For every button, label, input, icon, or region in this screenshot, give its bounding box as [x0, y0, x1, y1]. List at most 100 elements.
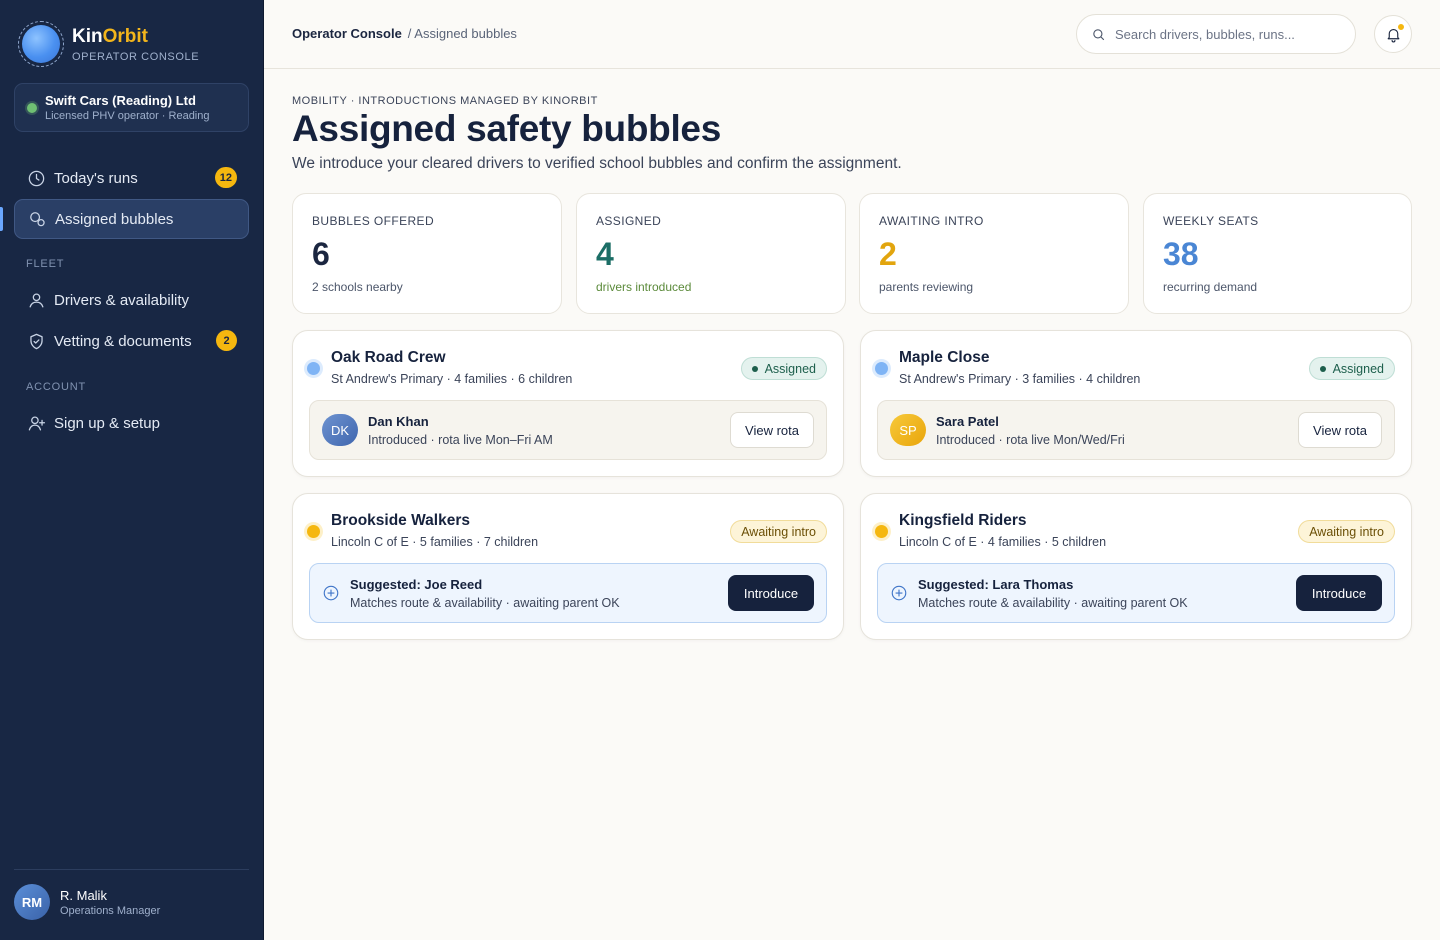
driver-status: Introduced · rota live Mon/Wed/Fri — [936, 433, 1125, 447]
stat-card-weekly-seats: WEEKLY SEATS 38 recurring demand — [1143, 193, 1412, 314]
suggested-driver: Suggested: Joe Reed — [350, 577, 483, 592]
bubble-meta: St Andrew's Primary · 3 families · 4 chi… — [899, 372, 1141, 386]
brand-name: KinOrbit — [72, 25, 148, 47]
org-name: Swift Cars (Reading) Ltd — [45, 93, 196, 108]
sidebar-item-label: Drivers & availability — [54, 291, 190, 309]
view-rota-button[interactable]: View rota — [1298, 412, 1382, 448]
bubble-meta: St Andrew's Primary · 4 families · 6 chi… — [331, 372, 573, 386]
status-dot — [307, 525, 320, 538]
driver-name: Dan Khan — [368, 414, 429, 429]
suggested-driver-row: Suggested: Lara Thomas Matches route & a… — [877, 563, 1395, 623]
sidebar: KinOrbit OPERATOR CONSOLE Swift Cars (Re… — [0, 0, 264, 940]
introduce-button[interactable]: Introduce — [1296, 575, 1382, 611]
status-badge: Assigned — [1308, 357, 1395, 380]
stat-label: BUBBLES OFFERED — [312, 214, 435, 228]
page-subtitle: We introduce your cleared drivers to ver… — [292, 155, 902, 172]
organization-switcher[interactable]: Swift Cars (Reading) Ltd Licensed PHV op… — [14, 83, 249, 132]
breadcrumb-current: / Assigned bubbles — [407, 26, 517, 41]
plus-circle-icon — [890, 584, 908, 602]
sidebar-item-drivers[interactable]: Drivers & availability — [14, 280, 249, 320]
stat-label: AWAITING INTRO — [879, 214, 984, 228]
view-rota-button[interactable]: View rota — [730, 412, 814, 448]
sidebar-item-assigned-bubbles[interactable]: Assigned bubbles — [14, 199, 249, 239]
org-status-dot — [27, 103, 37, 113]
sidebar-item-label: Sign up & setup — [54, 414, 160, 432]
bubble-card-brookside-walkers: Brookside Walkers Lincoln C of E · 5 fam… — [292, 493, 844, 640]
status-badge: Awaiting intro — [1298, 520, 1395, 543]
status-dot — [875, 362, 888, 375]
bubble-meta: Lincoln C of E · 5 families · 7 children — [331, 535, 539, 549]
brand-logo[interactable]: KinOrbit OPERATOR CONSOLE — [18, 21, 199, 67]
driver-name: Sara Patel — [936, 414, 999, 429]
avatar: SP — [890, 414, 926, 446]
brand-subtitle: OPERATOR CONSOLE — [72, 50, 200, 63]
search-icon — [1093, 28, 1105, 40]
clock-icon — [26, 168, 46, 188]
status-dot — [307, 362, 320, 375]
bubble-meta: Lincoln C of E · 4 families · 5 children — [899, 535, 1107, 549]
topbar: Operator Console / Assigned bubbles — [264, 0, 1440, 69]
user-profile[interactable]: RM R. Malik Operations Manager — [14, 884, 160, 920]
suggestion-status: Matches route & availability · awaiting … — [350, 596, 620, 610]
shield-check-icon — [26, 331, 46, 351]
status-dot — [875, 525, 888, 538]
orb-logo-icon — [18, 21, 64, 67]
stat-sub: drivers introduced — [596, 280, 692, 294]
sidebar-divider — [14, 869, 249, 870]
user-name: R. Malik — [60, 887, 107, 903]
user-role: Operations Manager — [60, 904, 161, 917]
suggestion-status: Matches route & availability · awaiting … — [918, 596, 1188, 610]
introduce-button[interactable]: Introduce — [728, 575, 814, 611]
sidebar-item-label: Today's runs — [54, 169, 138, 187]
avatar: RM — [14, 884, 50, 920]
stat-card-bubbles-offered: BUBBLES OFFERED 6 2 schools nearby — [292, 193, 562, 314]
plus-circle-icon — [322, 584, 340, 602]
bubble-card-oak-road-crew: Oak Road Crew St Andrew's Primary · 4 fa… — [292, 330, 844, 477]
bubble-name[interactable]: Kingsfield Riders — [899, 512, 1026, 530]
bubble-card-maple-close: Maple Close St Andrew's Primary · 3 fami… — [860, 330, 1412, 477]
search-box[interactable] — [1076, 14, 1356, 54]
driver-status: Introduced · rota live Mon–Fri AM — [368, 433, 553, 447]
runs-count-badge: 12 — [214, 167, 237, 188]
notification-dot — [1397, 23, 1405, 31]
stat-card-assigned: ASSIGNED 4 drivers introduced — [576, 193, 846, 314]
org-subtitle: Licensed PHV operator · Reading — [45, 110, 210, 122]
user-icon — [26, 290, 46, 310]
vetting-count-badge: 2 — [216, 330, 237, 351]
active-nav-indicator — [0, 207, 3, 231]
stat-sub: 2 schools nearby — [312, 280, 403, 294]
assigned-driver-row: DK Dan Khan Introduced · rota live Mon–F… — [309, 400, 827, 460]
assigned-driver-row: SP Sara Patel Introduced · rota live Mon… — [877, 400, 1395, 460]
stat-label: ASSIGNED — [596, 214, 662, 228]
notifications-button[interactable] — [1374, 15, 1412, 53]
stat-sub: recurring demand — [1163, 280, 1258, 294]
stat-value: 2 — [879, 236, 897, 272]
page-eyebrow: MOBILITY · INTRODUCTIONS MANAGED BY KINO… — [292, 95, 598, 107]
user-plus-icon — [26, 413, 46, 433]
status-badge: Awaiting intro — [730, 520, 827, 543]
bubbles-icon — [27, 209, 47, 229]
avatar: DK — [322, 414, 358, 446]
stat-card-awaiting-intro: AWAITING INTRO 2 parents reviewing — [859, 193, 1129, 314]
bubble-name[interactable]: Maple Close — [899, 349, 989, 367]
sidebar-item-vetting[interactable]: Vetting & documents 2 — [14, 321, 249, 361]
stat-label: WEEKLY SEATS — [1163, 214, 1259, 228]
breadcrumb: Operator Console / Assigned bubbles — [292, 26, 517, 41]
search-input[interactable] — [1115, 26, 1335, 42]
breadcrumb-root[interactable]: Operator Console — [292, 26, 402, 41]
bubble-name[interactable]: Oak Road Crew — [331, 349, 446, 367]
suggested-driver: Suggested: Lara Thomas — [918, 577, 1074, 592]
page-title: Assigned safety bubbles — [292, 108, 721, 149]
stat-value: 4 — [596, 236, 614, 272]
stat-sub: parents reviewing — [879, 280, 974, 294]
bubble-card-kingsfield-riders: Kingsfield Riders Lincoln C of E · 4 fam… — [860, 493, 1412, 640]
sidebar-item-label: Vetting & documents — [54, 332, 192, 350]
bubble-name[interactable]: Brookside Walkers — [331, 512, 470, 530]
nav-section-account: ACCOUNT — [26, 381, 86, 393]
status-badge: Assigned — [740, 357, 827, 380]
stat-value: 38 — [1163, 236, 1199, 272]
sidebar-item-label: Assigned bubbles — [55, 210, 174, 228]
sidebar-item-todays-runs[interactable]: Today's runs 12 — [14, 158, 249, 198]
sidebar-item-signup[interactable]: Sign up & setup — [14, 403, 249, 443]
nav-section-fleet: FLEET — [26, 258, 65, 270]
